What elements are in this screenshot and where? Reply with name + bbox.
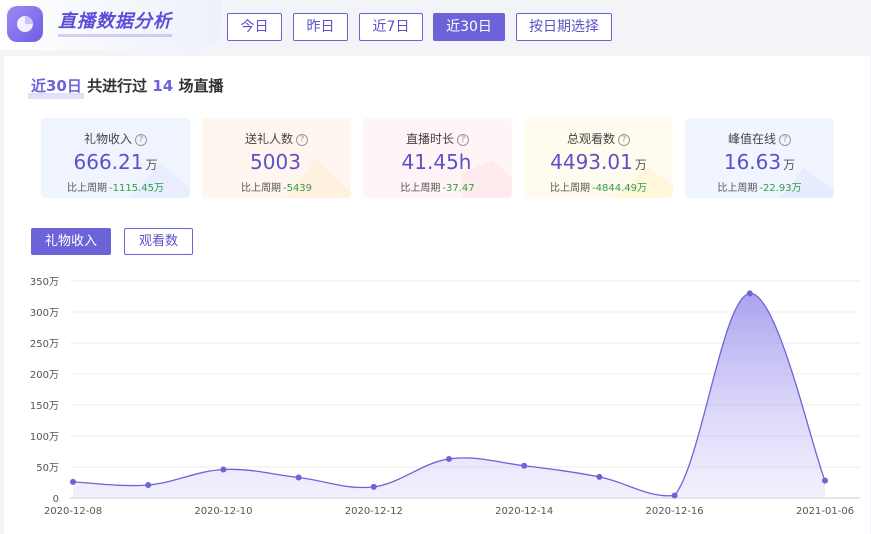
data-point[interactable] xyxy=(295,474,302,481)
y-tick-label: 100万 xyxy=(30,432,59,443)
stat-unit: 万 xyxy=(783,158,796,172)
x-tick-label: 2020-12-16 xyxy=(646,506,704,517)
data-point[interactable] xyxy=(220,466,227,473)
summary-count: 14 xyxy=(152,77,174,95)
live-summary: 近30日 共进行过 14 场直播 xyxy=(31,76,223,96)
data-point[interactable] xyxy=(746,290,753,297)
x-tick-label: 2020-12-14 xyxy=(495,506,553,517)
app-root: 直播数据分析 今日 昨日 近7日 近30日 按日期选择 近30日 共进行过 14… xyxy=(0,0,871,534)
stat-card-live-duration: 直播时长? 41.45h 比上周期 -37.47 xyxy=(363,118,512,198)
help-icon[interactable]: ? xyxy=(779,134,791,146)
range-yesterday-button[interactable]: 昨日 xyxy=(293,13,348,41)
pie-chart-icon xyxy=(7,6,43,42)
stat-delta: -4844.49万 xyxy=(592,183,647,194)
help-icon[interactable]: ? xyxy=(618,134,630,146)
stat-label: 送礼人数 xyxy=(244,132,293,146)
y-tick-label: 300万 xyxy=(30,308,59,319)
stat-compare-label: 比上周期 xyxy=(550,183,591,194)
y-tick-label: 250万 xyxy=(30,339,59,350)
summary-text-before: 共进行过 xyxy=(87,77,148,95)
data-point[interactable] xyxy=(446,455,452,462)
stat-value: 666.21 xyxy=(73,150,144,174)
stat-card-gift-income: 礼物收入? 666.21 万 比上周期 -1115.45万 xyxy=(41,118,190,198)
help-icon[interactable]: ? xyxy=(457,134,469,146)
stat-card-total-views: 总观看数? 4493.01 万 比上周期 -4844.49万 xyxy=(524,118,673,198)
range-today-button[interactable]: 今日 xyxy=(227,13,282,41)
x-tick-label: 2020-12-12 xyxy=(345,506,403,517)
data-point[interactable] xyxy=(70,478,76,485)
help-icon[interactable]: ? xyxy=(296,134,308,146)
stat-label: 峰值在线 xyxy=(727,132,776,146)
help-icon[interactable]: ? xyxy=(135,134,147,146)
data-point[interactable] xyxy=(671,492,678,499)
y-tick-label: 0 xyxy=(53,494,59,505)
stat-delta: -22.93万 xyxy=(759,183,802,194)
range-30days-button[interactable]: 近30日 xyxy=(433,13,505,41)
summary-period: 近30日 xyxy=(31,77,82,95)
stat-delta: -5439 xyxy=(282,183,313,194)
stat-unit: 万 xyxy=(145,158,158,172)
tab-gift-income[interactable]: 礼物收入 xyxy=(31,228,111,255)
y-tick-label: 200万 xyxy=(30,370,59,381)
range-custom-date-button[interactable]: 按日期选择 xyxy=(516,13,612,41)
gift-income-chart: 0 50万 100万 150万 200万 250万 300万 350万 2020-12-08 2… xyxy=(30,277,860,517)
y-tick-label: 350万 xyxy=(30,277,59,288)
data-point[interactable] xyxy=(145,481,152,488)
x-tick-label: 2020-12-10 xyxy=(194,506,252,517)
summary-text-after: 场直播 xyxy=(178,77,224,95)
y-tick-label: 150万 xyxy=(30,401,59,412)
stat-delta: -1115.45万 xyxy=(109,183,164,194)
page-title: 直播数据分析 xyxy=(58,10,172,37)
stat-compare-label: 比上周期 xyxy=(717,183,758,194)
stat-label: 总观看数 xyxy=(566,132,615,146)
brand: 直播数据分析 xyxy=(0,0,222,50)
data-card: 近30日 共进行过 14 场直播 礼物收入? 666.21 万 比上周期 -1115… xyxy=(4,56,870,534)
stat-label: 礼物收入 xyxy=(83,132,132,146)
stat-card-peak-online: 峰值在线? 16.63 万 比上周期 -22.93万 xyxy=(685,118,834,198)
y-tick-label: 50万 xyxy=(36,463,59,474)
stat-value: 16.63 xyxy=(723,150,782,174)
stat-card-gift-senders: 送礼人数? 5003 比上周期 -5439 xyxy=(202,118,351,198)
stat-compare-label: 比上周期 xyxy=(240,183,281,194)
data-point[interactable] xyxy=(521,462,528,469)
stat-value: 5003 xyxy=(250,150,301,174)
data-point[interactable] xyxy=(370,483,377,490)
stat-value: 4493.01 xyxy=(550,150,633,174)
x-tick-label: 2020-12-08 xyxy=(44,506,102,517)
data-point[interactable] xyxy=(822,477,828,484)
stat-compare-label: 比上周期 xyxy=(400,183,441,194)
stat-value: 41.45h xyxy=(401,150,472,174)
stat-delta: -37.47 xyxy=(442,183,475,194)
data-point[interactable] xyxy=(596,473,603,480)
header: 直播数据分析 今日 昨日 近7日 近30日 按日期选择 xyxy=(0,0,871,52)
stat-unit: 万 xyxy=(634,158,647,172)
stat-compare-label: 比上周期 xyxy=(67,183,108,194)
range-7days-button[interactable]: 近7日 xyxy=(359,13,423,41)
x-tick-label: 2021-01-06 xyxy=(796,506,854,517)
tab-views[interactable]: 观看数 xyxy=(124,228,193,255)
stat-label: 直播时长 xyxy=(405,132,454,146)
